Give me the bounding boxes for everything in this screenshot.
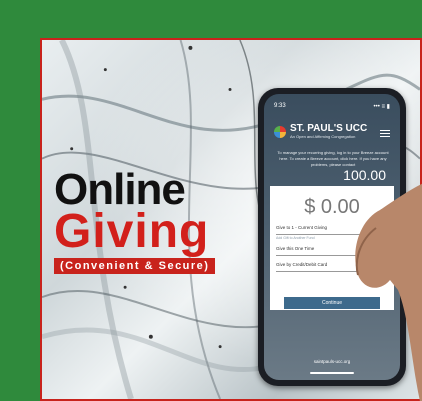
subtitle-banner: (Convenient & Secure) [54, 258, 216, 274]
hand-image [355, 183, 422, 401]
intro-text: To manage your recurring giving, log in … [277, 150, 389, 167]
title-giving: Giving [54, 205, 210, 258]
payment-method-value: Give by Credit/Debit Card [276, 262, 328, 267]
home-indicator [310, 372, 354, 374]
status-icons: ••• ≡ ▮ [373, 104, 390, 110]
brand-tagline: An Open and Affirming Congregation [290, 134, 356, 139]
menu-icon[interactable] [380, 128, 390, 139]
give-to-value: Give to 1 - Current Giving [276, 225, 328, 230]
poster-frame: Online Giving (Convenient & Secure) 9:33… [0, 0, 422, 401]
title-block: Online Giving (Convenient & Secure) [54, 165, 216, 274]
church-logo-icon [274, 125, 286, 138]
title-online: Online [54, 165, 186, 214]
brand: ST. PAUL'S UCC An Open and Affirming Con… [274, 124, 367, 139]
status-time: 9:33 [274, 103, 286, 109]
frequency-value: Give this One Time [276, 246, 315, 251]
brand-name: ST. PAUL'S UCC [290, 123, 368, 134]
